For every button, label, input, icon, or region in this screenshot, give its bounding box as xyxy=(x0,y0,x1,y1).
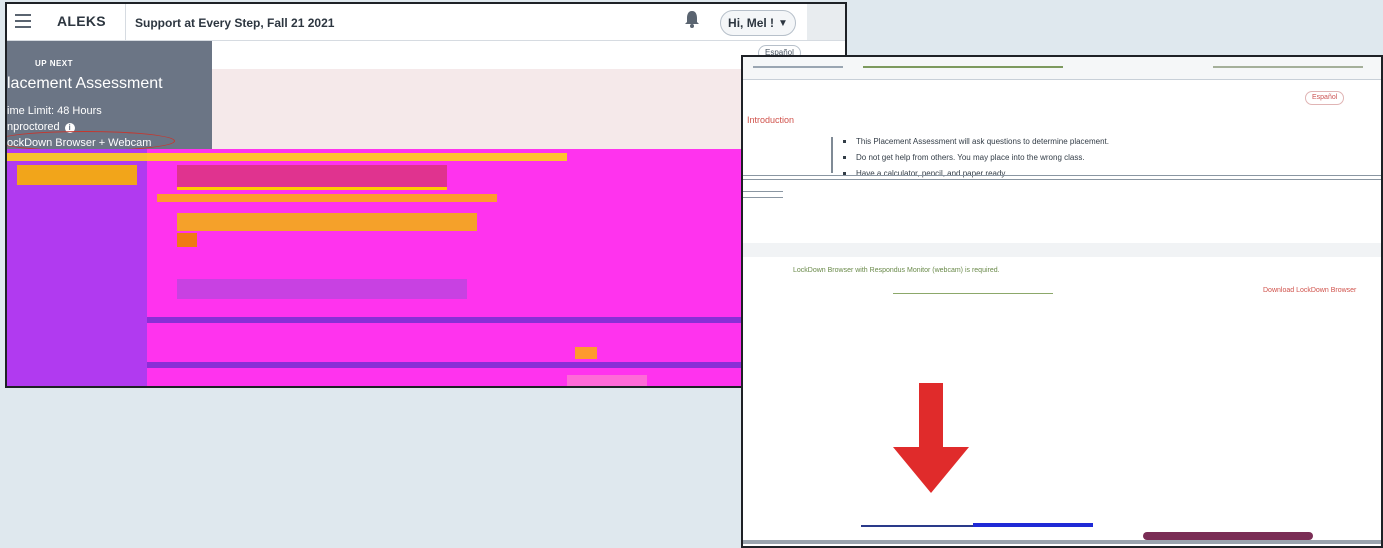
down-arrow-icon xyxy=(893,383,969,493)
list-item: Do not get help from others. You may pla… xyxy=(843,153,1263,162)
hamburger-menu-icon[interactable] xyxy=(15,14,31,28)
class-title: Support at Every Step, Fall 21 2021 xyxy=(135,16,335,30)
header-noise xyxy=(863,66,1063,68)
assessment-title: lacement Assessment xyxy=(7,75,163,92)
bullet-bar xyxy=(831,137,833,173)
time-limit-text: ime Limit: 48 Hours xyxy=(7,105,102,117)
up-next-label: UP NEXT xyxy=(35,59,74,68)
aleks-logo: ALEKS xyxy=(57,13,106,29)
section-band xyxy=(743,243,1381,257)
header-right-strip xyxy=(807,4,845,40)
list-item: This Placement Assessment will ask quest… xyxy=(843,137,1263,146)
up-next-sidebar: UP NEXT lacement Assessment ime Limit: 4… xyxy=(7,41,212,151)
divider xyxy=(743,197,783,198)
header-divider xyxy=(125,4,126,40)
top-bar: ALEKS Support at Every Step, Fall 21 202… xyxy=(7,4,845,41)
content-panel xyxy=(212,69,752,149)
underline xyxy=(893,293,1053,294)
glitch-block xyxy=(567,375,647,386)
bottom-toolbar xyxy=(743,523,1381,544)
glitch-block xyxy=(177,279,467,299)
right-window-header xyxy=(743,57,1381,80)
header-noise xyxy=(1213,66,1363,68)
divider xyxy=(743,179,1381,180)
chevron-down-icon: ▼ xyxy=(778,17,788,29)
glitch-block xyxy=(177,165,447,190)
glitch-band xyxy=(1143,532,1313,540)
lockdown-required-text: LockDown Browser with Respondus Monitor … xyxy=(793,267,1000,274)
corrupted-render-region xyxy=(7,149,845,386)
divider xyxy=(743,191,783,192)
screenshot-stage: ALEKS Support at Every Step, Fall 21 202… xyxy=(0,0,1383,548)
header-noise xyxy=(753,66,843,68)
introduction-heading: Introduction xyxy=(747,115,795,125)
glitch-block xyxy=(177,213,477,231)
glitch-band xyxy=(743,540,1381,544)
user-greeting: Hi, Mel ! xyxy=(728,16,775,30)
bell-icon[interactable] xyxy=(684,10,700,28)
divider-lines xyxy=(743,175,1381,245)
aleks-window-left: ALEKS Support at Every Step, Fall 21 202… xyxy=(5,2,847,388)
aleks-window-right: Español Introduction This Placement Asse… xyxy=(741,55,1383,548)
language-toggle-button[interactable]: Español xyxy=(1305,91,1345,105)
glitch-band xyxy=(973,523,1093,527)
glitch-band xyxy=(7,153,567,161)
glitch-block xyxy=(157,194,497,202)
user-menu-button[interactable]: Hi, Mel ! ▼ xyxy=(720,10,796,36)
download-lockdown-link[interactable]: Download LockDown Browser xyxy=(1263,287,1356,294)
divider xyxy=(743,175,1381,176)
glitch-block xyxy=(177,233,197,247)
glitch-block xyxy=(17,165,137,185)
glitch-block xyxy=(575,347,597,359)
